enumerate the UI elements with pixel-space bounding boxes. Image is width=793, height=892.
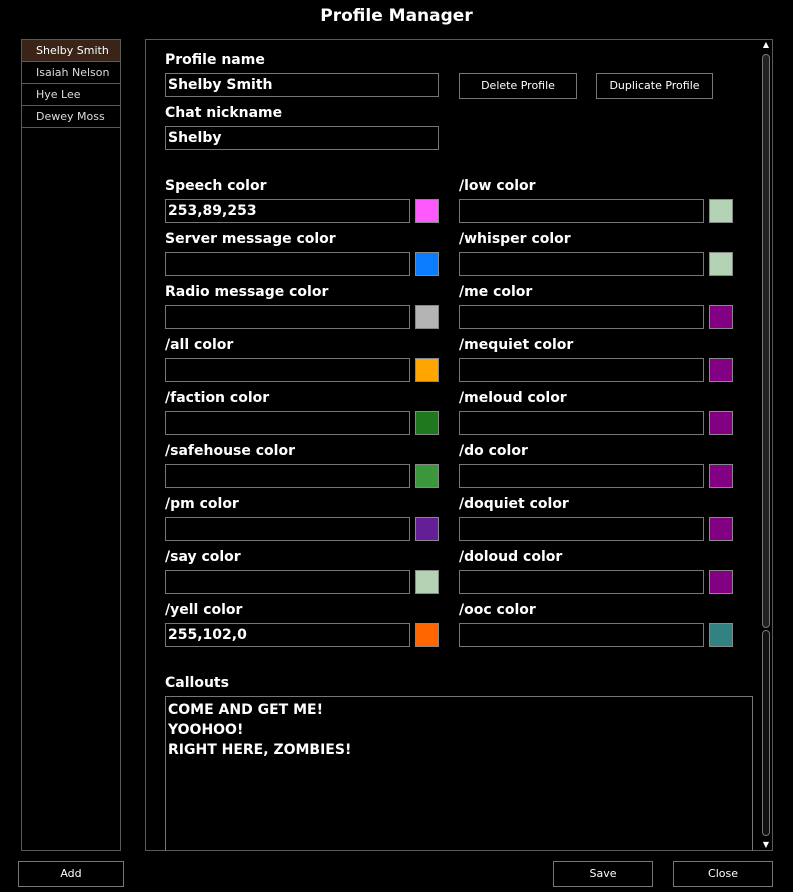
ooc-color-label: /ooc color — [459, 602, 536, 618]
yell-color-swatch[interactable] — [415, 623, 439, 647]
close-button[interactable]: Close — [673, 861, 773, 887]
callouts-textarea[interactable]: COME AND GET ME! YOOHOO! RIGHT HERE, ZOMBI… — [165, 696, 753, 856]
whisper-color-swatch[interactable] — [709, 252, 733, 276]
do-color-swatch[interactable] — [709, 464, 733, 488]
pm-color-swatch[interactable] — [415, 517, 439, 541]
safehouse-color-label: /safehouse color — [165, 443, 295, 459]
whisper-color-input[interactable] — [459, 252, 704, 276]
all-color-input[interactable] — [165, 358, 410, 382]
all-color-swatch[interactable] — [415, 358, 439, 382]
editor-scrollbar[interactable]: ▲ ▼ — [760, 40, 772, 850]
server-message-color-input[interactable] — [165, 252, 410, 276]
meloud-color-swatch[interactable] — [709, 411, 733, 435]
mequiet-color-swatch[interactable] — [709, 358, 733, 382]
scroll-down-icon[interactable]: ▼ — [760, 840, 772, 850]
ooc-color-swatch[interactable] — [709, 623, 733, 647]
server-message-color-label: Server message color — [165, 231, 336, 247]
speech-color-swatch[interactable] — [415, 199, 439, 223]
faction-color-label: /faction color — [165, 390, 270, 406]
radio-message-color-swatch[interactable] — [415, 305, 439, 329]
profile-list: Shelby Smith Isaiah Nelson Hye Lee Dewey Mo… — [21, 39, 121, 851]
callout-line: RIGHT HERE, ZOMBIES! — [168, 742, 352, 758]
server-message-color-swatch[interactable] — [415, 252, 439, 276]
callout-line: COME AND GET ME! — [168, 702, 323, 718]
me-color-input[interactable] — [459, 305, 704, 329]
scroll-thumb[interactable] — [762, 54, 770, 628]
profile-list-item[interactable]: Isaiah Nelson — [22, 62, 120, 84]
scroll-track[interactable] — [762, 630, 770, 836]
speech-color-label: Speech color — [165, 178, 267, 194]
profile-name-input[interactable]: Shelby Smith — [165, 73, 439, 97]
doloud-color-swatch[interactable] — [709, 570, 733, 594]
low-color-label: /low color — [459, 178, 536, 194]
add-profile-button[interactable]: Add — [18, 861, 124, 887]
safehouse-color-input[interactable] — [165, 464, 410, 488]
meloud-color-label: /meloud color — [459, 390, 567, 406]
me-color-swatch[interactable] — [709, 305, 733, 329]
save-button[interactable]: Save — [553, 861, 653, 887]
doloud-color-label: /doloud color — [459, 549, 563, 565]
yell-color-label: /yell color — [165, 602, 243, 618]
doquiet-color-input[interactable] — [459, 517, 704, 541]
doquiet-color-label: /doquiet color — [459, 496, 569, 512]
profile-list-item[interactable]: Dewey Moss — [22, 106, 120, 128]
faction-color-swatch[interactable] — [415, 411, 439, 435]
say-color-swatch[interactable] — [415, 570, 439, 594]
say-color-input[interactable] — [165, 570, 410, 594]
pm-color-label: /pm color — [165, 496, 239, 512]
duplicate-profile-button[interactable]: Duplicate Profile — [596, 73, 713, 99]
speech-color-input[interactable]: 253,89,253 — [165, 199, 410, 223]
meloud-color-input[interactable] — [459, 411, 704, 435]
yell-color-input[interactable]: 255,102,0 — [165, 623, 410, 647]
callouts-label: Callouts — [165, 675, 229, 691]
do-color-label: /do color — [459, 443, 528, 459]
safehouse-color-swatch[interactable] — [415, 464, 439, 488]
do-color-input[interactable] — [459, 464, 704, 488]
delete-profile-button[interactable]: Delete Profile — [459, 73, 577, 99]
pm-color-input[interactable] — [165, 517, 410, 541]
chat-nickname-label: Chat nickname — [165, 105, 283, 121]
whisper-color-label: /whisper color — [459, 231, 571, 247]
radio-message-color-input[interactable] — [165, 305, 410, 329]
faction-color-input[interactable] — [165, 411, 410, 435]
mequiet-color-input[interactable] — [459, 358, 704, 382]
all-color-label: /all color — [165, 337, 234, 353]
scroll-up-icon[interactable]: ▲ — [760, 40, 772, 50]
radio-message-color-label: Radio message color — [165, 284, 329, 300]
doquiet-color-swatch[interactable] — [709, 517, 733, 541]
profile-name-label: Profile name — [165, 52, 265, 68]
callout-line: YOOHOO! — [168, 722, 244, 738]
window-title: Profile Manager — [320, 6, 473, 26]
low-color-input[interactable] — [459, 199, 704, 223]
me-color-label: /me color — [459, 284, 533, 300]
mequiet-color-label: /mequiet color — [459, 337, 574, 353]
profile-list-item[interactable]: Shelby Smith — [22, 40, 120, 62]
doloud-color-input[interactable] — [459, 570, 704, 594]
ooc-color-input[interactable] — [459, 623, 704, 647]
profile-list-item[interactable]: Hye Lee — [22, 84, 120, 106]
say-color-label: /say color — [165, 549, 241, 565]
low-color-swatch[interactable] — [709, 199, 733, 223]
chat-nickname-input[interactable]: Shelby — [165, 126, 439, 150]
